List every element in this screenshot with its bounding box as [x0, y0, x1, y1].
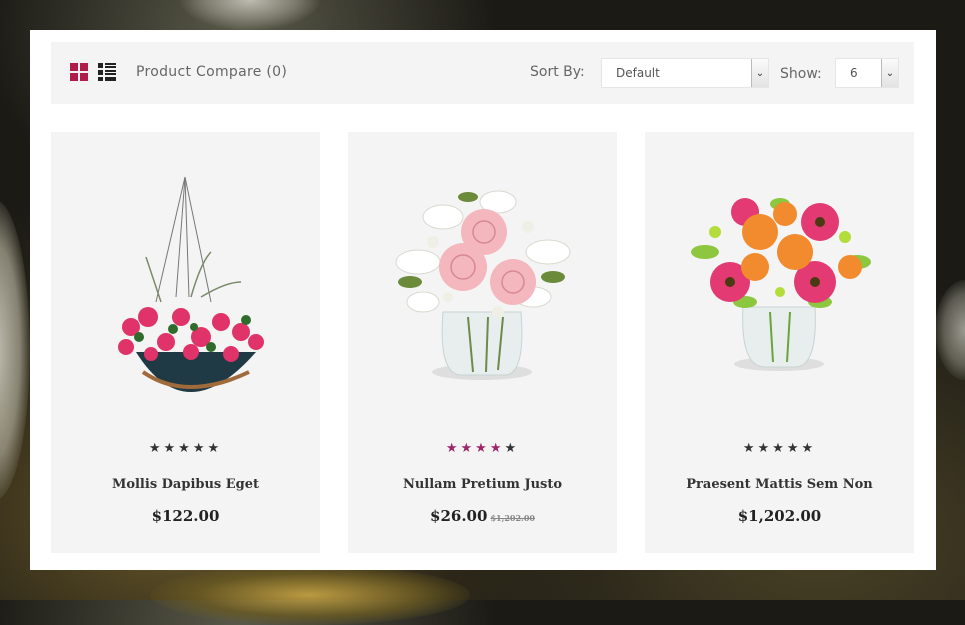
chevron-down-icon[interactable]: ⌄ — [881, 59, 898, 87]
star-icon: ★ — [786, 441, 802, 456]
rating-stars: ★★★★★ — [645, 441, 914, 456]
product-image-gerbera-vase[interactable] — [645, 132, 914, 432]
product-card[interactable]: ★★★★★ Praesent Mattis Sem Non $1,202.00 — [645, 132, 914, 553]
show-label: Show: — [780, 66, 822, 82]
product-card[interactable]: ★★★★★ Mollis Dapibus Eget $122.00 — [51, 132, 320, 553]
product-price: $122.00 — [51, 507, 320, 525]
background-flower — [0, 200, 30, 500]
star-icon: ★ — [445, 441, 461, 456]
sort-by-value: Default — [616, 66, 660, 80]
star-icon: ★ — [475, 441, 490, 456]
product-price: $26.00 $1,202.00 — [348, 507, 617, 525]
product-name[interactable]: Nullam Pretium Justo — [348, 477, 617, 492]
grid-view-icon[interactable] — [70, 63, 88, 81]
star-icon: ★ — [757, 441, 773, 456]
product-compare-link[interactable]: Product Compare (0) — [136, 64, 287, 80]
product-card[interactable]: ★★★★★ Nullam Pretium Justo $26.00 $1,202.… — [348, 132, 617, 553]
chevron-down-icon[interactable]: ⌄ — [751, 59, 768, 87]
product-name[interactable]: Mollis Dapibus Eget — [51, 477, 320, 492]
product-image-pink-roses-vase[interactable] — [348, 132, 617, 432]
star-icon: ★ — [460, 441, 476, 456]
rating-stars: ★★★★★ — [348, 441, 617, 456]
sort-by-select[interactable]: Default ⌄ — [601, 58, 769, 88]
sort-by-label: Sort By: — [530, 64, 585, 80]
show-count-select[interactable]: 6 ⌄ — [835, 58, 899, 88]
current-price: $26.00 — [430, 507, 488, 525]
product-price: $1,202.00 — [645, 507, 914, 525]
star-icon: ★ — [772, 441, 787, 456]
current-price: $122.00 — [151, 507, 220, 525]
background-flower — [150, 565, 470, 625]
background-flower — [180, 0, 320, 30]
current-price: $1,202.00 — [737, 507, 822, 525]
star-icon: ★ — [801, 441, 817, 456]
star-icon: ★ — [489, 441, 505, 456]
star-icon: ★ — [148, 441, 164, 456]
star-icon: ★ — [207, 441, 223, 456]
old-price: $1,202.00 — [490, 513, 535, 523]
show-count-value: 6 — [850, 66, 858, 80]
product-image-hanging-basket[interactable] — [51, 132, 320, 432]
star-icon: ★ — [192, 441, 208, 456]
rating-stars: ★★★★★ — [51, 441, 320, 456]
star-icon: ★ — [742, 441, 758, 456]
product-listing-panel: Product Compare (0) Sort By: Default ⌄ S… — [30, 30, 936, 570]
star-icon: ★ — [178, 441, 193, 456]
product-name[interactable]: Praesent Mattis Sem Non — [645, 477, 914, 492]
listing-toolbar: Product Compare (0) Sort By: Default ⌄ S… — [51, 42, 914, 104]
background-flower — [935, 280, 965, 380]
star-icon: ★ — [163, 441, 179, 456]
star-icon: ★ — [504, 441, 520, 456]
list-view-icon[interactable] — [98, 63, 116, 81]
